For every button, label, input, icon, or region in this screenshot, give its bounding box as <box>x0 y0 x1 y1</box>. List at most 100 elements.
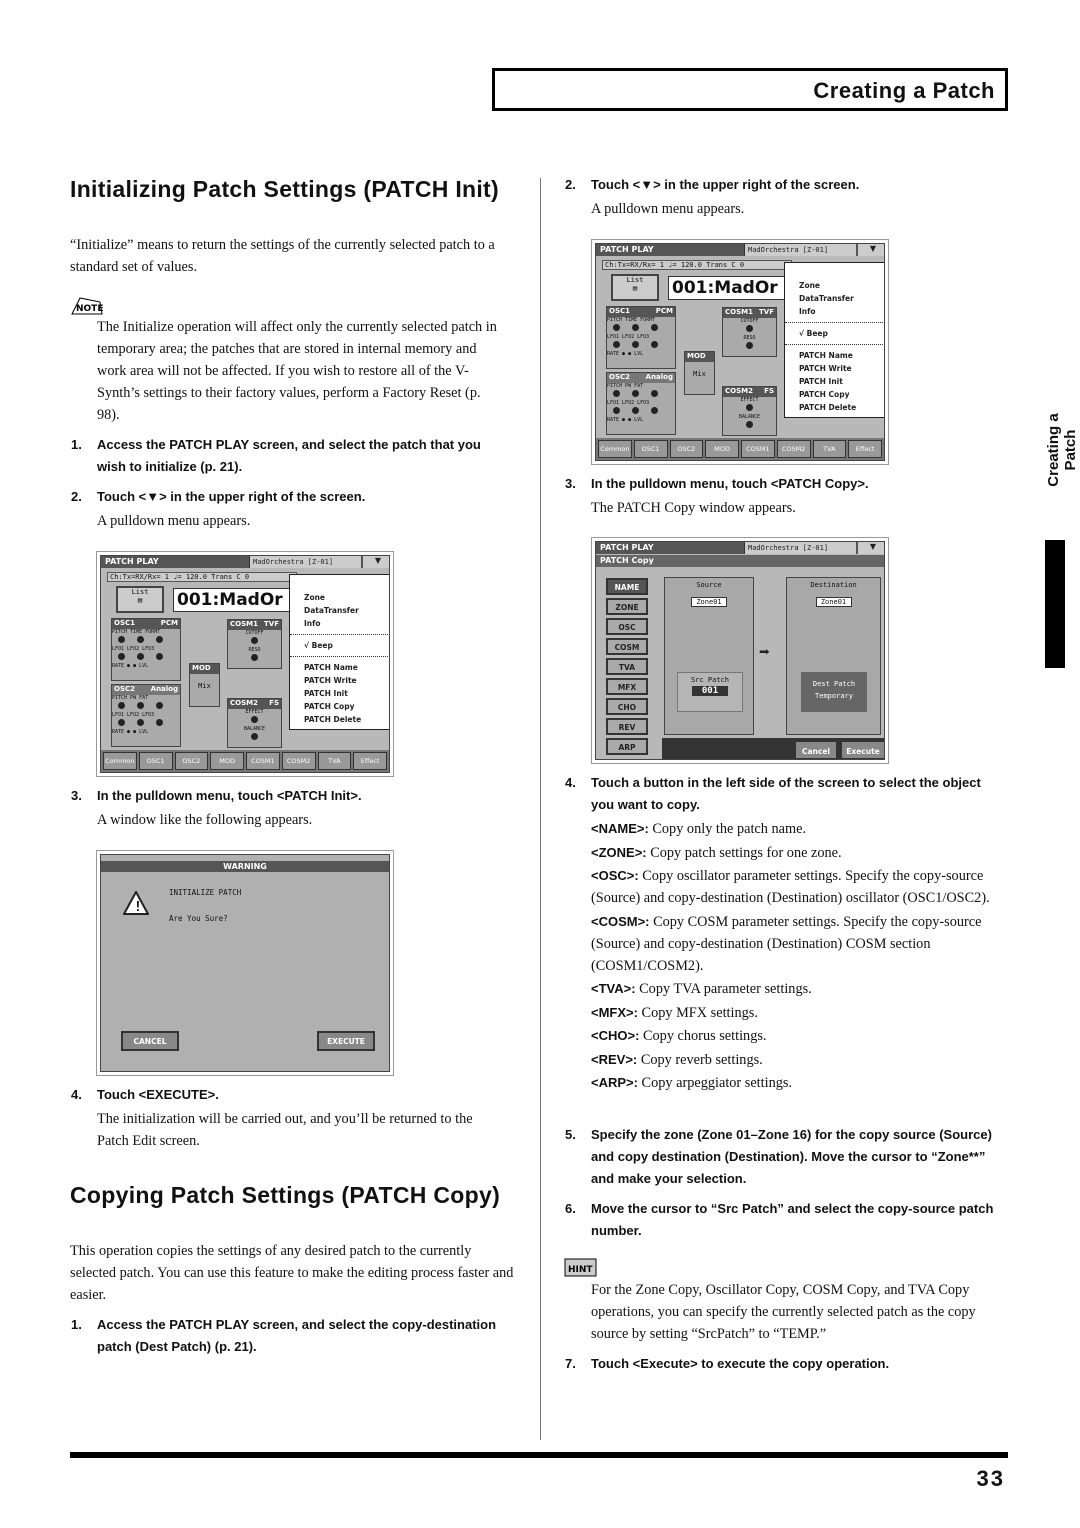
screen-tab[interactable]: OSC1 <box>633 440 668 458</box>
osc2-block[interactable]: OSC2 Analog PITCH PW FAT LFO1 LFO2 LFO3 RATE… <box>111 684 181 747</box>
definition-item: <NAME>: Copy only the patch name. <box>591 821 807 837</box>
cosm1-block[interactable]: COSM1 TVF CUTOFF RESO <box>227 619 282 669</box>
menu-item[interactable]: DataTransfer <box>799 292 884 305</box>
menu-item[interactable]: PATCH Delete <box>799 401 884 414</box>
list-button[interactable]: List ▤ <box>116 586 164 613</box>
heading-patch-init: Initializing Patch Settings (PATCH Init) <box>70 176 499 202</box>
mod-block[interactable]: MOD Mix <box>189 663 220 707</box>
patch-copy-screenshot: PATCH PLAY MadOrchestra [Z-01] ▼ PATCH Cop… <box>591 537 889 764</box>
screen-tab[interactable]: MOD <box>705 440 739 458</box>
copy-object-button[interactable]: CHO <box>606 698 648 715</box>
definition-item: <CHO>: Copy chorus settings. <box>591 1028 767 1044</box>
menu-item[interactable]: DataTransfer <box>304 604 389 617</box>
copy-step-6: 6. Move the cursor to “Src Patch” and sel… <box>565 1201 994 1238</box>
menu-arrow-button[interactable]: ▼ <box>858 244 884 256</box>
pulldown-menu: Zone DataTransfer Info √ Beep PATCH Name PA… <box>289 574 389 730</box>
hint-text: For the Zone Copy, Oscillator Copy, COSM… <box>591 1282 976 1342</box>
note-icon: NOTE <box>70 296 104 316</box>
menu-item[interactable]: Info <box>799 305 884 318</box>
screen-tab[interactable]: COSM2 <box>281 752 316 770</box>
patch-number-name: 001:MadOr <box>173 588 293 612</box>
cosm2-block[interactable]: COSM2 FS EFFECT BALANCE <box>227 698 282 748</box>
menu-item[interactable]: PATCH Copy <box>304 700 389 713</box>
side-tab-marker <box>1045 540 1065 668</box>
menu-arrow-button[interactable]: ▼ <box>858 542 884 554</box>
execute-button[interactable]: EXECUTE <box>317 1031 375 1051</box>
menu-item[interactable]: Info <box>304 617 389 630</box>
definition-item: <OSC>: Copy oscillator parameter setting… <box>591 868 990 906</box>
source-zone-field[interactable]: Zone01 <box>691 597 727 607</box>
copy-object-button[interactable]: REV <box>606 718 648 735</box>
screen-tab[interactable]: Common <box>598 440 632 458</box>
screen-tab[interactable]: COSM1 <box>741 440 775 458</box>
pulldown-menu: Zone DataTransfer Info √ Beep PATCH Name PA… <box>784 262 884 418</box>
screen-tab[interactable]: TVA <box>812 440 847 458</box>
copy-object-button[interactable]: OSC <box>606 618 648 635</box>
mod-block[interactable]: MOD Mix <box>684 351 715 395</box>
definition-item: <MFX>: Copy MFX settings. <box>591 1004 758 1021</box>
screen-tab[interactable]: OSC2 <box>174 752 209 770</box>
menu-item[interactable]: PATCH Copy <box>799 388 884 401</box>
cosm2-block[interactable]: COSM2 FS EFFECT BALANCE <box>722 386 777 436</box>
menu-item[interactable]: PATCH Delete <box>304 713 389 726</box>
screen-title: PATCH PLAY <box>600 245 654 254</box>
osc1-block[interactable]: OSC1 PCM PITCH TIME FORMT LFO1 LFO2 LFO3 RAT… <box>606 306 676 369</box>
screen-tab[interactable]: COSM2 <box>776 440 811 458</box>
init-step-3: 3. In the pulldown menu, touch <PATCH Ini… <box>71 788 362 803</box>
list-button[interactable]: List ▤ <box>611 274 659 301</box>
menu-item[interactable]: PATCH Write <box>304 674 389 687</box>
copy-object-button[interactable]: COSM <box>606 638 648 655</box>
destination-zone-field[interactable]: Zone01 <box>815 597 852 607</box>
screen-tab[interactable]: Common <box>103 752 137 770</box>
src-patch-field[interactable]: 001 <box>692 686 728 696</box>
screen-tab[interactable]: Effect <box>848 440 882 458</box>
copy-object-button[interactable]: ZONE <box>606 598 648 615</box>
copy-step-7: 7. Touch <Execute> to execute the copy op… <box>565 1356 890 1371</box>
init-step-3-result: A window like the following appears. <box>97 812 313 828</box>
copy-step-1: 1. Access the PATCH PLAY screen, and sele… <box>71 1317 497 1354</box>
menu-item[interactable]: PATCH Write <box>799 362 884 375</box>
menu-arrow-button[interactable]: ▼ <box>363 556 389 568</box>
copy-step-4: 4. Touch a button in the left side of the… <box>565 775 981 812</box>
src-patch-label: Src Patch <box>691 676 729 684</box>
copy-object-button[interactable]: TVA <box>606 658 648 675</box>
patch-play-screenshot-2: PATCH PLAY MadOrchestra [Z-01] ▼ Ch:Tx=RX/… <box>591 239 889 465</box>
menu-item[interactable]: Zone <box>304 591 389 604</box>
destination-label: Destination <box>810 581 857 589</box>
cancel-button[interactable]: CANCEL <box>121 1031 179 1051</box>
execute-button[interactable]: Execute <box>840 740 884 759</box>
screen-tab[interactable]: OSC2 <box>669 440 704 458</box>
svg-text:NOTE: NOTE <box>76 304 103 314</box>
window-title: PATCH Copy <box>596 555 884 567</box>
menu-item[interactable]: PATCH Init <box>304 687 389 700</box>
copy-object-button[interactable]: MFX <box>606 678 648 695</box>
screen-tab[interactable]: COSM1 <box>246 752 280 770</box>
copy-step-2: 2. Touch <▼> in the upper right of the sc… <box>565 177 860 192</box>
cosm1-block[interactable]: COSM1 TVF CUTOFF RESO <box>722 307 777 357</box>
screen-tab[interactable]: Effect <box>353 752 387 770</box>
screen-title: PATCH PLAY <box>105 557 159 566</box>
definition-item: <ARP>: Copy arpeggiator settings. <box>591 1075 793 1091</box>
screen-tab[interactable]: TVA <box>317 752 352 770</box>
copy-object-button[interactable]: NAME <box>606 578 648 595</box>
screen-tab[interactable]: OSC1 <box>138 752 173 770</box>
dest-patch-label: Dest Patch <box>812 680 856 688</box>
column-divider <box>540 178 541 1440</box>
menu-item[interactable]: Zone <box>799 279 884 292</box>
menu-item-beep[interactable]: √ Beep <box>304 639 389 652</box>
arrow-right-icon: ➡ <box>759 642 770 663</box>
menu-item[interactable]: PATCH Name <box>304 661 389 674</box>
init-step-4: 4. Touch <EXECUTE>. <box>71 1087 219 1102</box>
warning-title: WARNING <box>101 861 389 872</box>
menu-item-beep[interactable]: √ Beep <box>799 327 884 340</box>
screen-tab[interactable]: MOD <box>210 752 244 770</box>
menu-item[interactable]: PATCH Name <box>799 349 884 362</box>
menu-item[interactable]: PATCH Init <box>799 375 884 388</box>
status-line: Ch:Tx=RX/Rx= 1 ♩= 120.0 Trans C 0 <box>602 260 792 270</box>
osc1-block[interactable]: OSC1 PCM PITCH TIME FORMT LFO1 LFO2 LFO3 RAT… <box>111 618 181 681</box>
copy-intro: This operation copies the settings of an… <box>70 1243 514 1303</box>
section-header: Creating a Patch <box>492 68 1008 111</box>
cancel-button[interactable]: Cancel <box>794 740 838 759</box>
copy-object-button[interactable]: ARP <box>606 738 648 755</box>
osc2-block[interactable]: OSC2 Analog PITCH PW FAT LFO1 LFO2 LFO3 RATE… <box>606 372 676 435</box>
